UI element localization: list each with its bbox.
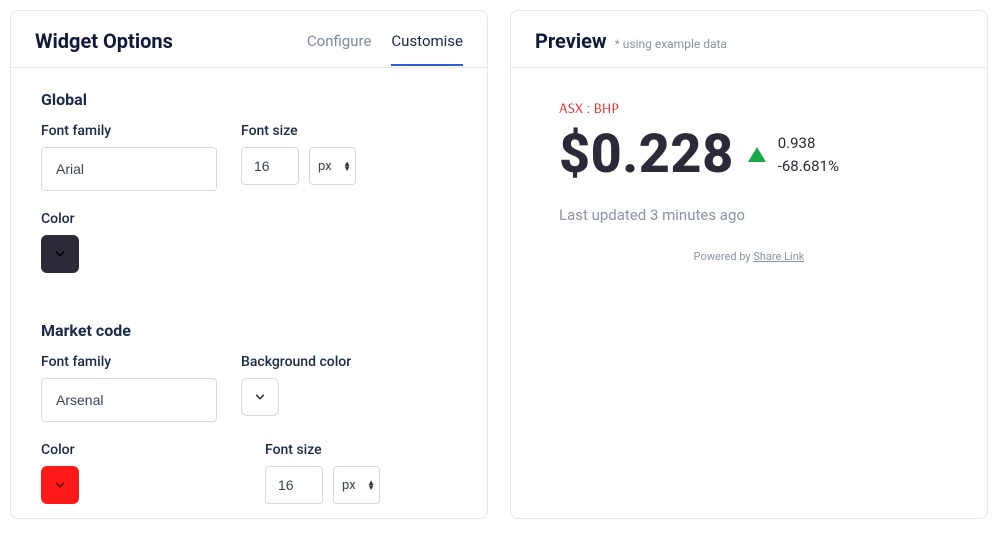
global-font-family-label: Font family [41, 123, 217, 139]
market-bg-color-label: Background color [241, 354, 351, 370]
global-color-picker[interactable] [41, 235, 79, 273]
triangle-up-icon [748, 147, 766, 162]
preview-panel: Preview * using example data ASX : BHP $… [510, 10, 988, 519]
chevron-down-icon [55, 249, 65, 259]
global-font-size-unit-select[interactable]: px ▲▼ [309, 147, 356, 185]
market-bg-color-picker[interactable] [241, 378, 279, 416]
market-font-size-input[interactable] [265, 466, 323, 504]
market-font-family-input[interactable] [41, 378, 217, 422]
market-font-size-unit-select[interactable]: px ▲▼ [333, 466, 380, 504]
tabs: Configure Customise [307, 32, 463, 51]
powered-link[interactable]: Share Link [753, 250, 804, 263]
chevron-down-icon [55, 480, 65, 490]
preview-price: $0.228 [559, 123, 734, 186]
preview-title: Preview [535, 29, 607, 53]
section-global-heading: Global [41, 90, 457, 109]
global-font-size-label: Font size [241, 123, 356, 139]
preview-market-code: ASX : BHP [559, 98, 939, 117]
market-font-size-unit-value: px [342, 478, 356, 493]
preview-change-value: 0.938 [778, 132, 839, 155]
select-arrows-icon: ▲▼ [343, 161, 351, 171]
preview-body: ASX : BHP $0.228 0.938 -68.681% Last upd… [511, 68, 987, 293]
preview-powered: Powered by Share Link [559, 250, 939, 263]
preview-price-row: $0.228 0.938 -68.681% [559, 123, 939, 186]
global-font-size-input[interactable] [241, 147, 299, 185]
powered-prefix: Powered by [694, 250, 754, 263]
market-color-label: Color [41, 442, 241, 458]
widget-options-header: Widget Options Configure Customise [11, 11, 487, 68]
market-font-family-label: Font family [41, 354, 217, 370]
global-color-label: Color [41, 211, 79, 227]
global-font-size-unit-value: px [318, 159, 332, 174]
tab-customise[interactable]: Customise [391, 32, 463, 66]
select-arrows-icon: ▲▼ [367, 480, 375, 490]
market-color-picker[interactable] [41, 466, 79, 504]
section-market-code-heading: Market code [41, 321, 457, 340]
preview-change-percent: -68.681% [778, 155, 839, 178]
options-body: Global Font family Font size px ▲▼ [11, 68, 487, 546]
preview-header: Preview * using example data [511, 11, 987, 68]
tab-configure[interactable]: Configure [307, 32, 372, 66]
market-font-size-label: Font size [265, 442, 380, 458]
global-font-family-input[interactable] [41, 147, 217, 191]
preview-change: 0.938 -68.681% [778, 132, 839, 177]
chevron-down-icon [255, 392, 265, 402]
preview-subtitle: * using example data [615, 37, 727, 51]
widget-options-title: Widget Options [35, 29, 173, 53]
preview-updated: Last updated 3 minutes ago [559, 206, 939, 224]
widget-options-panel: Widget Options Configure Customise Globa… [10, 10, 488, 519]
